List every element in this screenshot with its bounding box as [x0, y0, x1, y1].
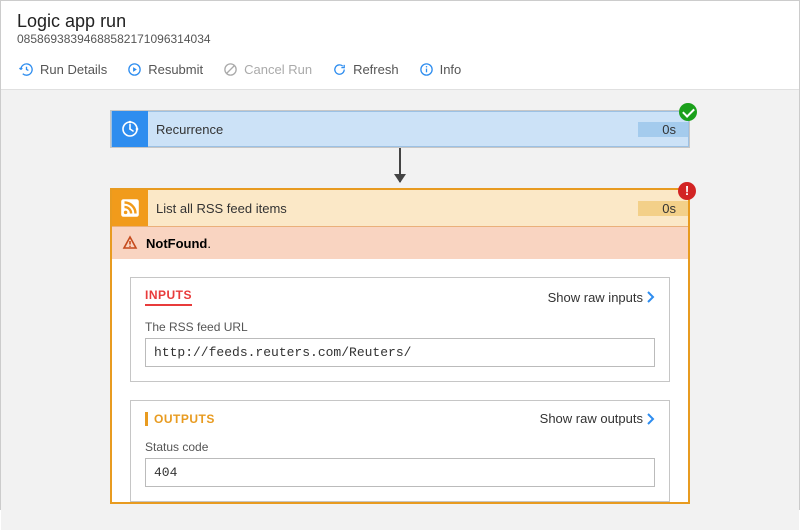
- resubmit-button[interactable]: Resubmit: [119, 58, 211, 81]
- cancel-run-button: Cancel Run: [215, 58, 320, 81]
- step-recurrence[interactable]: Recurrence 0s: [110, 110, 690, 148]
- refresh-button[interactable]: Refresh: [324, 58, 407, 81]
- toolbar: Run Details Resubmit Cancel Run Refresh …: [1, 50, 799, 90]
- designer-canvas: Recurrence 0s ! List all RSS feed items …: [1, 90, 799, 530]
- outputs-heading: OUTPUTS: [145, 412, 215, 426]
- cancel-icon: [223, 62, 238, 77]
- replay-icon: [127, 62, 142, 77]
- info-button[interactable]: Info: [411, 58, 470, 81]
- connector-arrow: [399, 148, 401, 182]
- history-icon: [19, 62, 34, 77]
- clock-icon: [112, 111, 148, 147]
- field-label: Status code: [145, 440, 655, 454]
- step-duration: 0s: [638, 201, 688, 216]
- status-badge-error: !: [678, 182, 696, 200]
- inputs-heading: INPUTS: [145, 288, 192, 306]
- show-raw-outputs-button[interactable]: Show raw outputs: [540, 411, 655, 426]
- refresh-icon: [332, 62, 347, 77]
- field-label: The RSS feed URL: [145, 320, 655, 334]
- inputs-panel: INPUTS Show raw inputs The RSS feed URL …: [130, 277, 670, 382]
- info-icon: [419, 62, 434, 77]
- run-id: 08586938394688582171096314034: [17, 32, 783, 46]
- rss-url-value: http://feeds.reuters.com/Reuters/: [145, 338, 655, 367]
- rss-icon: [112, 190, 148, 226]
- page-header: Logic app run 08586938394688582171096314…: [1, 1, 799, 50]
- chevron-right-icon: [647, 413, 655, 425]
- outputs-panel: OUTPUTS Show raw outputs Status code 404: [130, 400, 670, 502]
- step-rss[interactable]: ! List all RSS feed items 0s NotFound. I…: [110, 188, 690, 504]
- error-banner: NotFound.: [112, 226, 688, 259]
- step-title: List all RSS feed items: [148, 201, 638, 216]
- step-title: Recurrence: [148, 122, 638, 137]
- step-duration: 0s: [638, 122, 688, 137]
- status-code-value: 404: [145, 458, 655, 487]
- page-title: Logic app run: [17, 11, 783, 32]
- error-code: NotFound: [146, 236, 207, 251]
- run-details-button[interactable]: Run Details: [11, 58, 115, 81]
- chevron-right-icon: [647, 291, 655, 303]
- status-badge-success: [679, 103, 697, 121]
- show-raw-inputs-button[interactable]: Show raw inputs: [548, 290, 655, 305]
- warning-icon: [122, 235, 138, 251]
